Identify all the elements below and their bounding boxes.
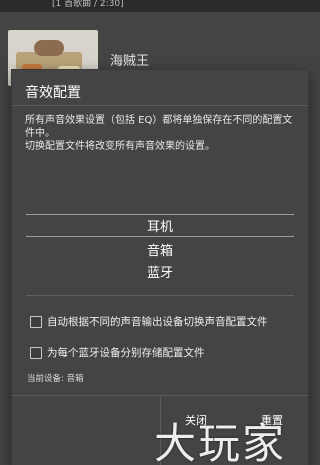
description-line-1: 所有声音效果设置（包括 EQ）都将单独保存在不同的配置文件中。 — [25, 115, 293, 139]
profile-option-bluetooth[interactable]: 蓝牙 — [26, 262, 294, 281]
per-bluetooth-label: 为每个蓝牙设备分别存储配置文件 — [47, 347, 205, 359]
title-divider — [12, 105, 308, 106]
current-device-text: 当前设备: 音箱 — [27, 374, 84, 384]
picker-bottom-divider — [26, 295, 294, 296]
album-title: 海贼王 — [110, 54, 150, 69]
picker-selection-line-bottom — [26, 236, 294, 237]
auto-switch-label: 自动根据不同的声音输出设备切换声音配置文件 — [47, 316, 268, 328]
dialog-title: 音效配置 — [25, 85, 81, 101]
picker-selection-line-top — [26, 214, 294, 215]
dialog-description: 所有声音效果设置（包括 EQ）都将单独保存在不同的配置文件中。 切换配置文件将改… — [25, 114, 299, 153]
now-playing-header: [1 首歌曲 / 2:30] — [0, 0, 320, 12]
profile-option-headphones[interactable]: 耳机 — [26, 216, 294, 235]
auto-switch-checkbox[interactable] — [30, 316, 42, 328]
profile-option-speaker[interactable]: 音箱 — [26, 240, 294, 259]
screen: [1 首歌曲 / 2:30] 海贼王 音效配置 所有声音效果设置（包括 EQ）都… — [0, 0, 320, 465]
description-line-2: 切换配置文件将改变所有声音效果的设置。 — [25, 141, 215, 152]
watermark-logo: 大玩家 — [154, 419, 287, 465]
sound-profile-dialog: 音效配置 所有声音效果设置（包括 EQ）都将单独保存在不同的配置文件中。 切换配… — [12, 70, 308, 465]
per-bluetooth-checkbox[interactable] — [30, 347, 42, 359]
